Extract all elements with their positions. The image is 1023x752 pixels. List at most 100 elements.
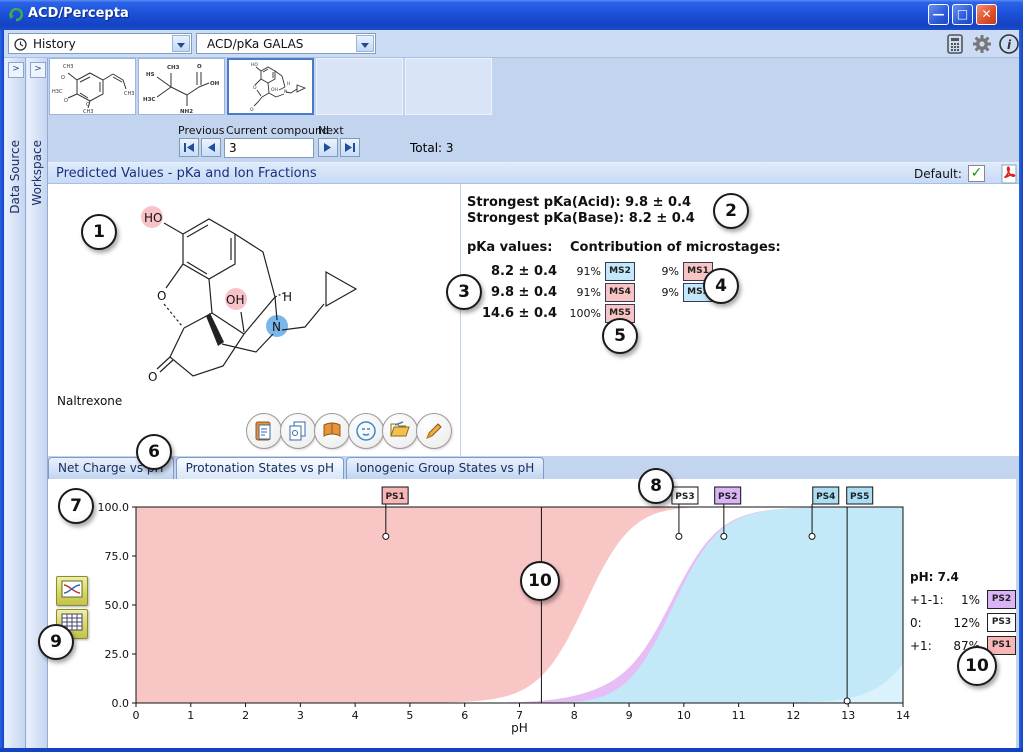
callout-1: 1 [81,214,117,250]
y-tick-label: 75.0 [105,550,130,563]
previous-compound-button[interactable] [201,138,221,157]
atom-label: HO [144,211,162,225]
atom-label: O [157,289,166,303]
close-button[interactable]: ✕ [976,4,997,25]
current-compound-input[interactable] [224,138,314,158]
first-icon [183,142,195,153]
edit-structure-button[interactable] [416,413,452,449]
svg-text:O: O [86,102,90,108]
fraction-value: 1% [948,593,980,607]
settings-gear-icon [971,33,993,55]
ps-chip[interactable]: PS3 [987,613,1016,632]
svg-text:i: i [1007,38,1012,52]
default-checkbox[interactable]: ✓ [968,165,985,182]
module-dropdown-arrow[interactable] [356,35,374,52]
module-dropdown[interactable]: ACD/pKa GALAS [196,33,376,54]
strongest-acid-value: Strongest pKa(Acid): 9.8 ± 0.4 [467,195,691,210]
ph-value-label: pH: 7.4 [910,570,1016,584]
settings-button[interactable] [971,33,993,55]
charge-label: +1-1: [910,593,948,607]
pka-row: 14.6 ± 0.4100%MS5 [479,303,713,324]
compound-thumbnail-1[interactable]: CH3OH3COCH3OCH3 [49,58,136,115]
info-icon: i [998,33,1020,55]
x-tick-label: 12 [786,709,800,722]
svg-text:N: N [284,89,287,95]
y-tick-label: 0.0 [112,697,130,710]
smiles-button[interactable] [348,413,384,449]
pdf-icon [999,164,1019,184]
callout-5: 5 [602,318,638,354]
calculator-icon [944,33,966,55]
callout-6: 6 [136,434,172,470]
info-button[interactable]: i [998,33,1020,55]
x-tick-label: 5 [406,709,413,722]
panel-divider [460,184,461,456]
compound-thumbnail-empty-1[interactable] [316,58,403,115]
first-compound-button[interactable] [179,138,199,157]
callout-9: 9 [38,624,74,660]
history-dropdown-arrow[interactable] [172,35,190,52]
microstate-chip[interactable]: MS4 [605,283,635,302]
pka-value: 9.8 ± 0.4 [479,285,557,300]
x-tick-label: 9 [626,709,633,722]
compound-thumbnail-3-selected[interactable]: HOOOHNHO [227,58,314,115]
pka-row: 9.8 ± 0.491%MS49%MS3 [479,282,713,303]
calculator-button[interactable] [944,33,966,55]
callout-7: 7 [58,488,94,524]
expand-icon[interactable]: > [8,62,24,78]
x-tick-label: 11 [732,709,746,722]
atom-label: OH [226,293,244,307]
structure-thumbnail-1: CH3OH3COCH3OCH3 [50,59,135,114]
marker-label: PS2 [718,492,737,502]
window-border-bottom [0,748,1023,752]
ps-chip[interactable]: PS2 [987,590,1016,609]
callout-8: 8 [638,468,674,504]
next-label: Next [318,124,344,137]
atom-label: H [283,290,292,304]
microstates-label: Contribution of microstages: [570,240,781,255]
compound-thumbnail-empty-2[interactable] [405,58,492,115]
sidebar-tab-label: Data Source [8,140,22,214]
open-folder-icon [389,420,411,440]
tab-ionogenic-group-states[interactable]: Ionogenic Group States vs pH [346,457,544,479]
callout-4: 4 [703,268,739,304]
minimize-button[interactable]: — [928,4,949,25]
callout-3: 3 [446,274,482,310]
x-axis-label: pH [511,721,528,735]
marker-label: PS1 [385,492,404,502]
tab-protonation-states[interactable]: Protonation States vs pH [176,457,344,479]
copy-structure-button[interactable] [280,413,316,449]
svg-text:CH3: CH3 [124,91,134,97]
marker-label: PS3 [675,492,694,502]
sidebar-tab-data-source[interactable]: > Data Source [4,58,26,748]
atom-labels: HOOOHNHO [144,211,292,384]
paste-structure-button[interactable] [246,413,282,449]
charge-label: 0: [910,616,948,630]
copy-icon [288,420,308,442]
next-compound-button[interactable] [318,138,338,157]
protonation-states-chart[interactable]: PS1PS3PS2PS4PS5012345678910111213140.025… [48,479,1016,748]
last-compound-button[interactable] [340,138,360,157]
x-tick-label: 4 [352,709,359,722]
y-tick-label: 100.0 [98,501,130,514]
compound-thumbnail-2[interactable]: HSCH3OOHH3CNH2 [138,58,225,115]
svg-text:O: O [250,107,254,113]
x-tick-label: 1 [187,709,194,722]
marker-label: PS5 [850,492,869,502]
atom-label: N [272,320,281,334]
maximize-button[interactable]: □ [952,4,973,25]
history-dropdown-value: History [33,37,76,51]
window-title: ACD/Percepta [28,6,129,21]
compound-structure: HOOOHNHO [60,192,455,392]
open-file-button[interactable] [382,413,418,449]
microstate-percent: 9% [653,286,679,299]
dictionary-button[interactable] [314,413,350,449]
next-icon [323,142,333,153]
microstate-chip[interactable]: MS2 [605,262,635,281]
history-dropdown[interactable]: History [8,33,192,54]
section-header: Predicted Values - pKa and Ion Fractions… [48,162,1019,184]
expand-icon[interactable]: > [30,62,46,78]
last-icon [344,142,356,153]
svg-text:O: O [253,85,257,91]
structure-thumbnail-3: HOOOHNHO [229,60,312,113]
